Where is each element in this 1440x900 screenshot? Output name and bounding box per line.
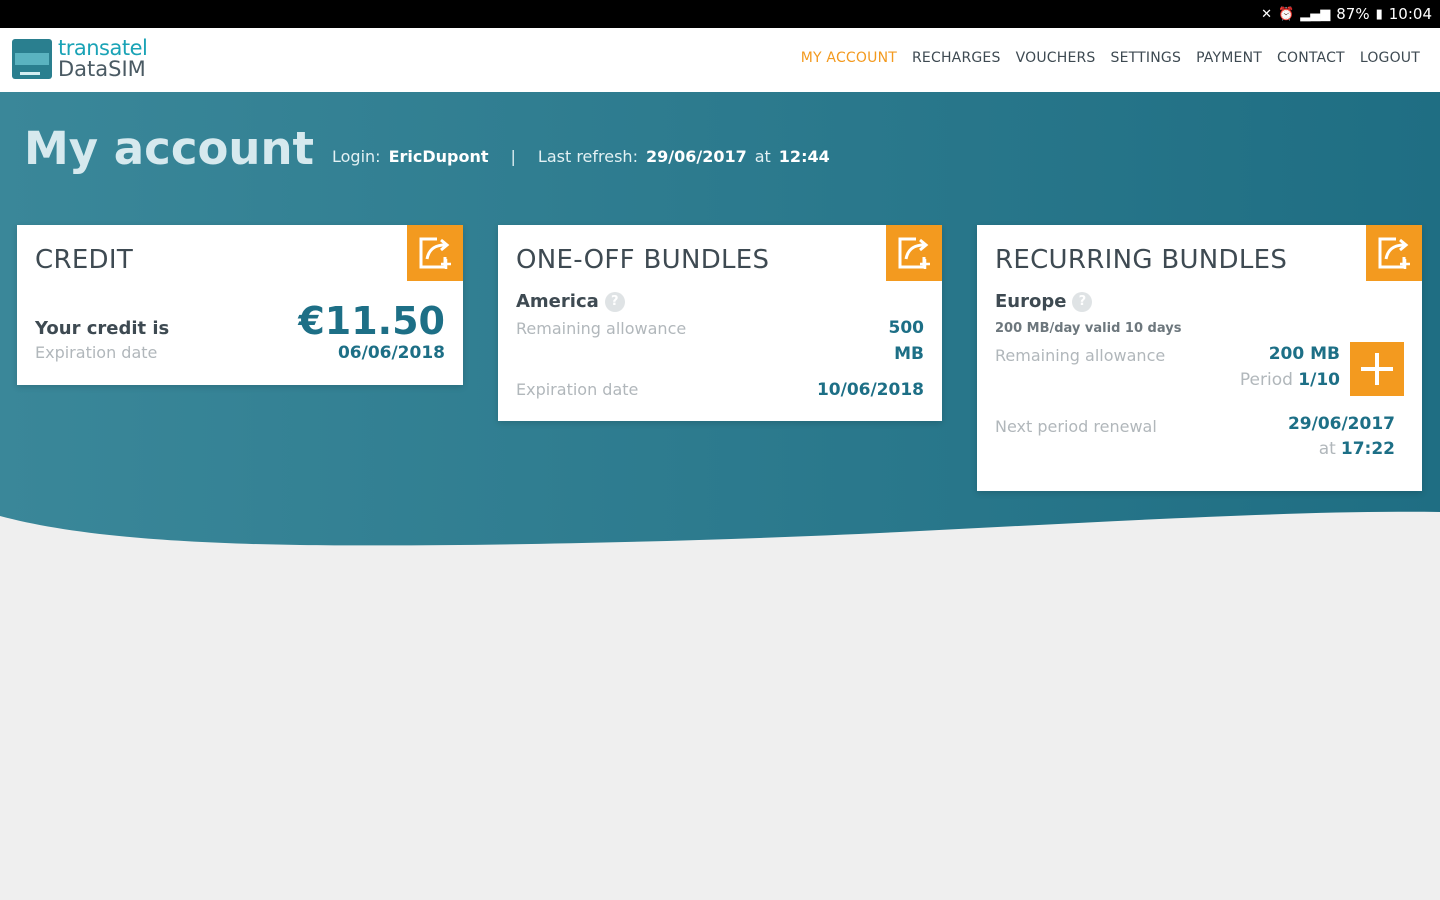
one-off-bundles-card: ONE-OFF BUNDLES America ? Remaining allo… — [498, 225, 942, 421]
one-off-bundle-label: America — [516, 291, 599, 312]
recurring-title: RECURRING BUNDLES — [995, 245, 1288, 275]
app-header: transatel DataSIM MY ACCOUNT RECHARGES V… — [0, 28, 1440, 92]
recurring-renewal-date: 29/06/2017 — [1287, 414, 1395, 434]
login-value: EricDupont — [388, 147, 489, 166]
credit-expiration-value: 06/06/2018 — [337, 343, 445, 363]
plus-icon — [1361, 353, 1393, 385]
refresh-time: 12:44 — [778, 147, 830, 166]
one-off-remaining-number: 500 — [888, 318, 925, 338]
status-bar: ✕ ⏰ ▂▄▆ 87% ▮ 10:04 — [0, 0, 1440, 28]
one-off-open-button[interactable] — [886, 225, 942, 281]
recurring-bundles-card: RECURRING BUNDLES Europe ? 200 MB/day va… — [977, 225, 1422, 491]
logo-product: DataSIM — [58, 57, 146, 81]
nav-settings[interactable]: SETTINGS — [1111, 50, 1182, 66]
battery-percent: 87% — [1336, 5, 1370, 23]
export-icon — [898, 237, 930, 269]
recurring-remaining-block: 200 MB Period 1/10 — [1240, 344, 1340, 390]
main-nav: MY ACCOUNT RECHARGES VOUCHERS SETTINGS P… — [801, 50, 1420, 66]
recurring-renewal-label: Next period renewal — [995, 417, 1157, 436]
nav-recharges[interactable]: RECHARGES — [912, 50, 1001, 66]
credit-expiration-label: Expiration date — [35, 343, 158, 362]
credit-card: CREDIT Your credit is €11.50 Expiration … — [17, 225, 463, 385]
help-icon[interactable]: ? — [604, 291, 625, 312]
recurring-bundle-desc: 200 MB/day valid 10 days — [995, 321, 1182, 336]
recurring-remaining-value: 200 MB — [1268, 344, 1340, 364]
one-off-remaining-label: Remaining allowance — [516, 319, 687, 338]
one-off-expiration-value: 10/06/2018 — [816, 380, 924, 400]
login-label: Login: — [332, 147, 381, 166]
recurring-renewal-at: at — [1318, 439, 1336, 459]
recurring-open-button[interactable] — [1366, 225, 1422, 281]
recurring-bundle-label: Europe — [995, 291, 1067, 312]
export-icon — [1378, 237, 1410, 269]
account-meta: Login: EricDupont | Last refresh: 29/06/… — [332, 147, 830, 166]
credit-label: Your credit is — [35, 318, 170, 339]
credit-row: Your credit is €11.50 — [35, 299, 445, 343]
nav-contact[interactable]: CONTACT — [1277, 50, 1345, 66]
nav-my-account[interactable]: MY ACCOUNT — [801, 50, 897, 66]
recurring-period-value: 1/10 — [1298, 370, 1340, 390]
one-off-expiration-row: Expiration date 10/06/2018 — [516, 380, 924, 400]
meta-separator: | — [510, 147, 516, 166]
refresh-at: at — [754, 147, 771, 166]
recurring-period: Period 1/10 — [1240, 370, 1340, 390]
sim-card-icon — [12, 39, 52, 79]
recurring-renewal-time-row: at 17:22 — [1288, 439, 1395, 459]
add-recurring-button[interactable] — [1350, 342, 1404, 396]
recurring-period-label: Period — [1239, 370, 1293, 390]
recurring-renewal-time: 17:22 — [1340, 439, 1395, 459]
credit-value: €11.50 — [298, 299, 445, 343]
refresh-date: 29/06/2017 — [645, 147, 747, 166]
alarm-icon: ⏰ — [1278, 6, 1295, 22]
credit-title: CREDIT — [35, 245, 134, 275]
help-icon[interactable]: ? — [1072, 291, 1093, 312]
one-off-remaining-unit: MB — [894, 344, 924, 364]
one-off-remaining-row: Remaining allowance 500 MB — [516, 318, 924, 367]
recurring-remaining-label: Remaining allowance — [995, 346, 1166, 365]
export-icon — [419, 237, 451, 269]
one-off-remaining-value: 500 MB — [889, 315, 925, 367]
refresh-label: Last refresh: — [537, 147, 638, 166]
battery-icon: ▮ — [1375, 6, 1383, 22]
recurring-bundle-name: Europe ? — [995, 291, 1093, 312]
one-off-bundle-name: America ? — [516, 291, 625, 312]
page-title: My account — [24, 122, 314, 175]
nav-logout[interactable]: LOGOUT — [1360, 50, 1420, 66]
one-off-expiration-label: Expiration date — [516, 380, 639, 399]
credit-open-button[interactable] — [407, 225, 463, 281]
logo-brand: transatel — [58, 36, 148, 60]
recurring-renewal-block: 29/06/2017 at 17:22 — [1288, 414, 1395, 459]
one-off-title: ONE-OFF BUNDLES — [516, 245, 770, 275]
clock: 10:04 — [1388, 5, 1432, 23]
signal-icon: ▂▄▆ — [1300, 6, 1331, 22]
logo[interactable]: transatel DataSIM — [12, 36, 148, 81]
mute-icon: ✕ — [1261, 6, 1273, 22]
credit-expiration-row: Expiration date 06/06/2018 — [35, 343, 445, 363]
nav-vouchers[interactable]: VOUCHERS — [1016, 50, 1096, 66]
nav-payment[interactable]: PAYMENT — [1196, 50, 1262, 66]
